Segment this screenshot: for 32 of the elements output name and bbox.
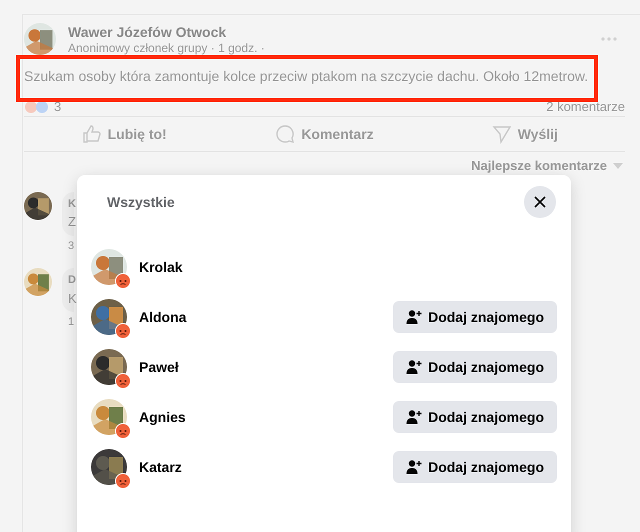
comment-author: D [68, 273, 73, 288]
add-person-icon [406, 409, 422, 425]
add-person-icon [406, 459, 422, 475]
comment-text: Z [68, 213, 73, 231]
angry-reaction-icon [115, 323, 131, 339]
angry-reaction-icon [115, 373, 131, 389]
close-icon [534, 196, 546, 208]
close-button[interactable] [524, 186, 556, 218]
post-meta: Anonimowy członek grupy · 1 godz. · [68, 41, 266, 55]
angry-reaction-icon [115, 423, 131, 439]
person-name[interactable]: Krolak [139, 256, 183, 278]
add-friend-button[interactable]: Dodaj znajomego [393, 401, 557, 433]
add-person-icon [406, 359, 422, 375]
all-tab[interactable]: Wszystkie [107, 192, 175, 212]
person-name[interactable]: Aldona [139, 306, 186, 328]
comment-meta: 3 [68, 238, 74, 254]
add-friend-button[interactable]: Dodaj znajomego [393, 351, 557, 383]
thumbs-up-icon [82, 124, 102, 144]
caret-icon [613, 162, 623, 169]
post-text: Szukam osoby która zamontuje kolce przeciw ptakom na szczycie dachu. Około 12metrow. [24, 67, 590, 85]
person-name[interactable]: Katarz [139, 456, 182, 478]
comment-icon [275, 124, 296, 144]
add-friend-button[interactable]: Dodaj znajomego [393, 301, 557, 333]
angry-reaction-icon [115, 473, 131, 489]
person-name[interactable]: Agnies [139, 406, 186, 428]
send-icon [492, 124, 512, 144]
reactions-icon [24, 100, 50, 114]
person-name[interactable]: Paweł [139, 356, 179, 378]
angry-reaction-icon [115, 273, 131, 289]
comment-meta: 1 [68, 315, 74, 330]
add-person-icon [406, 309, 422, 325]
add-friend-button[interactable]: Dodaj znajomego [393, 451, 557, 483]
